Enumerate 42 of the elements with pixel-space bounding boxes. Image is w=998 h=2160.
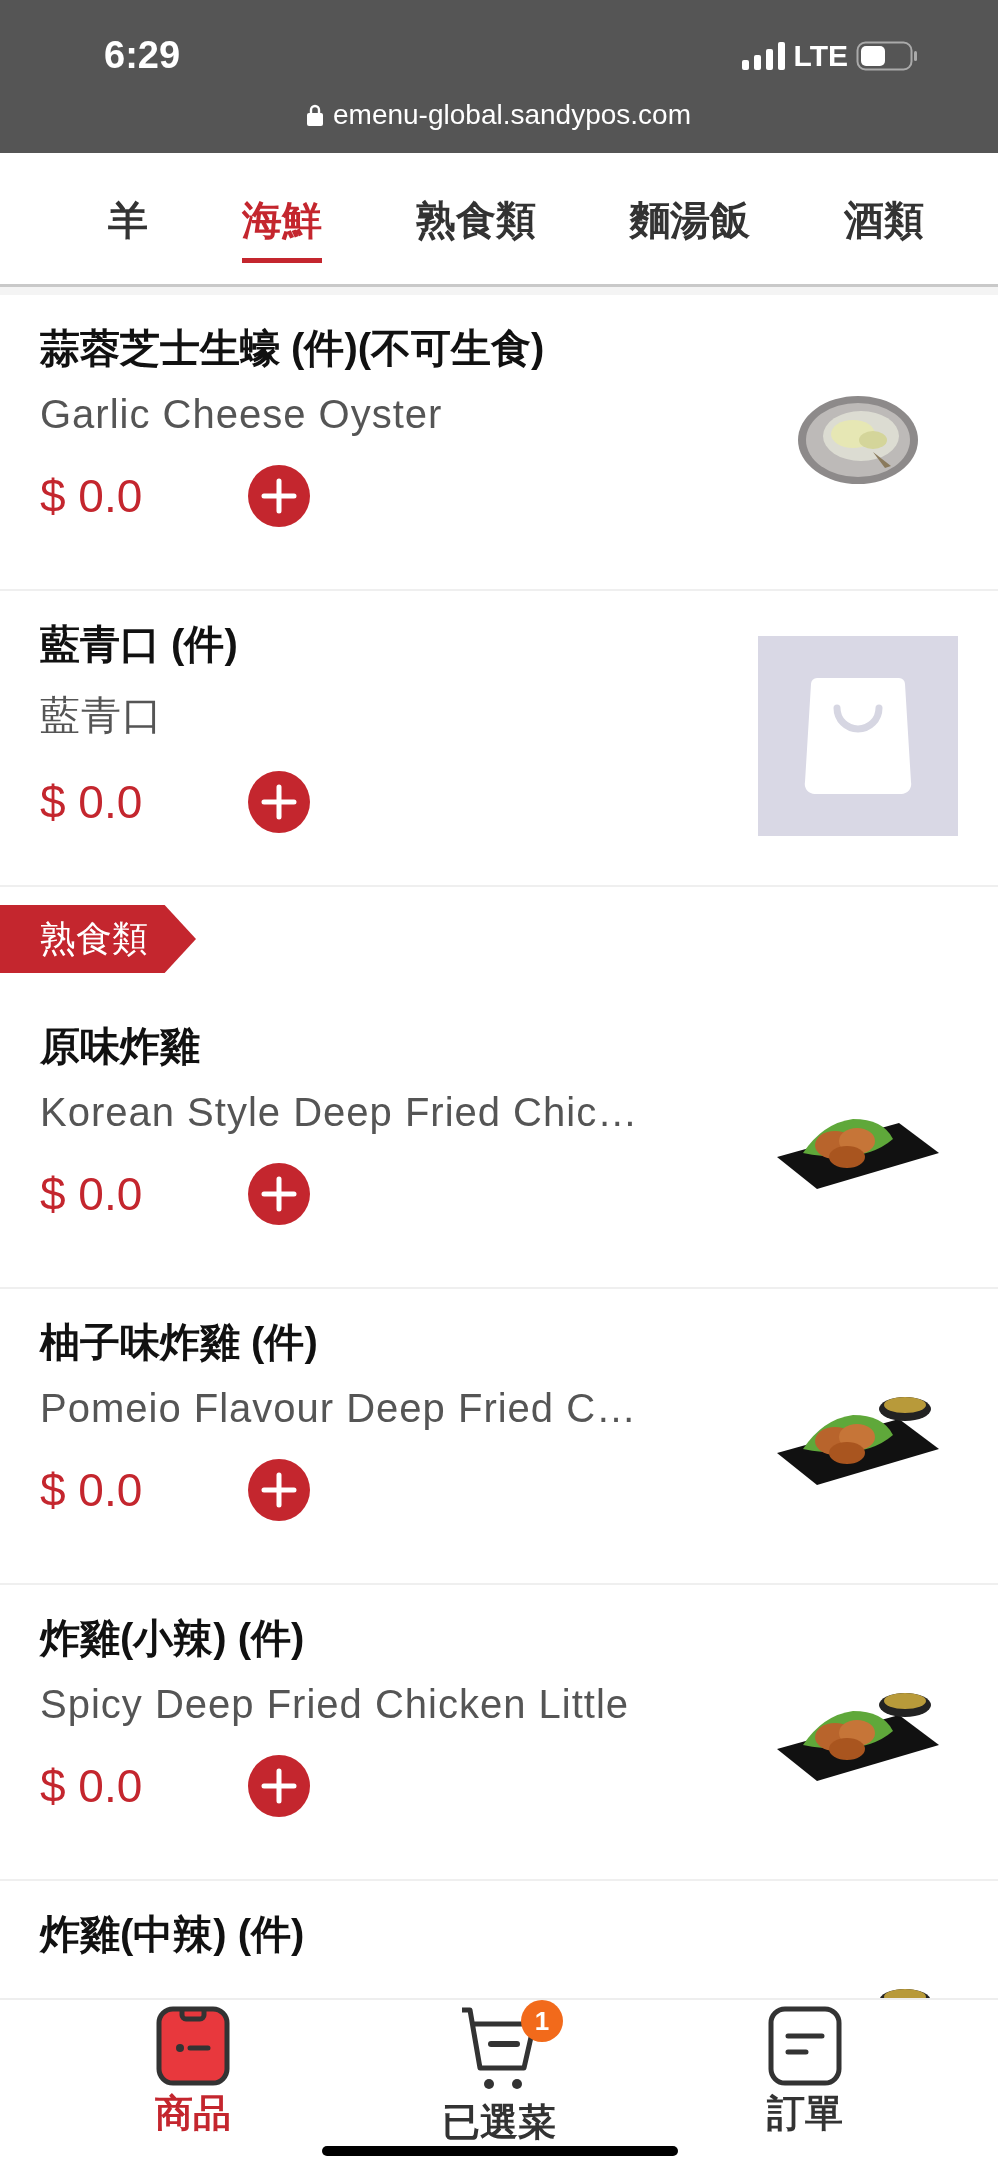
network-label: LTE xyxy=(793,38,848,73)
category-tab[interactable]: 酒類 xyxy=(844,182,924,263)
dish-name: 蒜蓉芝士生蠔 (件)(不可生食) xyxy=(40,325,546,372)
add-icon[interactable] xyxy=(248,1755,310,1817)
add-icon[interactable] xyxy=(248,1459,310,1521)
nav-label: 商品 xyxy=(155,2091,231,2136)
price: $ 0.0 xyxy=(40,1167,144,1221)
address-url[interactable]: emenu-global.sandypos.com xyxy=(333,99,691,131)
tablet-icon xyxy=(156,2006,230,2086)
add-icon[interactable] xyxy=(248,465,310,527)
dish-subtitle: Garlic Cheese Oyster xyxy=(40,392,444,437)
dish-name: 原味炸雞 xyxy=(40,1023,201,1070)
category-tab[interactable]: 麵湯飯 xyxy=(630,182,750,263)
dish-name: 炸雞(中辣) (件) xyxy=(40,1911,306,1958)
dish-name: 炸雞(小辣) (件) xyxy=(40,1615,306,1662)
nav-label: 已選菜 xyxy=(442,2100,556,2145)
nav-tab[interactable]: 商品 xyxy=(93,2000,293,2139)
lock-icon xyxy=(307,104,323,126)
bag-icon xyxy=(803,678,913,794)
price: $ 0.0 xyxy=(40,1759,144,1813)
dish-subtitle: 藍青口 xyxy=(40,692,164,739)
add-icon[interactable] xyxy=(248,1163,310,1225)
dish-subtitle: Pomeio Flavour Deep Fried C… xyxy=(40,1386,639,1431)
category-tab[interactable]: 熟食類 xyxy=(416,182,536,263)
price: $ 0.0 xyxy=(40,1463,144,1517)
price: $ 0.0 xyxy=(40,775,144,829)
section-ribbon: 熟食類 xyxy=(0,905,196,973)
price: $ 0.0 xyxy=(40,469,144,523)
dish-subtitle: Korean Style Deep Fried Chic… xyxy=(40,1090,640,1135)
dish-name: 柚子味炸雞 (件) xyxy=(40,1319,319,1366)
document-icon xyxy=(768,2006,842,2086)
dish-subtitle: Spicy Deep Fried Chicken Little xyxy=(40,1682,631,1727)
battery-icon xyxy=(856,40,918,71)
nav-tab[interactable]: 訂單 xyxy=(705,2000,905,2139)
count-badge: 1 xyxy=(521,2000,563,2042)
dish-name: 藍青口 (件) xyxy=(40,621,239,668)
nav-label: 訂單 xyxy=(767,2091,843,2136)
add-icon[interactable] xyxy=(248,771,310,833)
category-tab[interactable]: 羊 xyxy=(108,182,148,263)
category-tab[interactable]: 海鮮 xyxy=(242,182,322,263)
signal-icon xyxy=(741,41,786,70)
clock: 6:29 xyxy=(104,34,181,77)
